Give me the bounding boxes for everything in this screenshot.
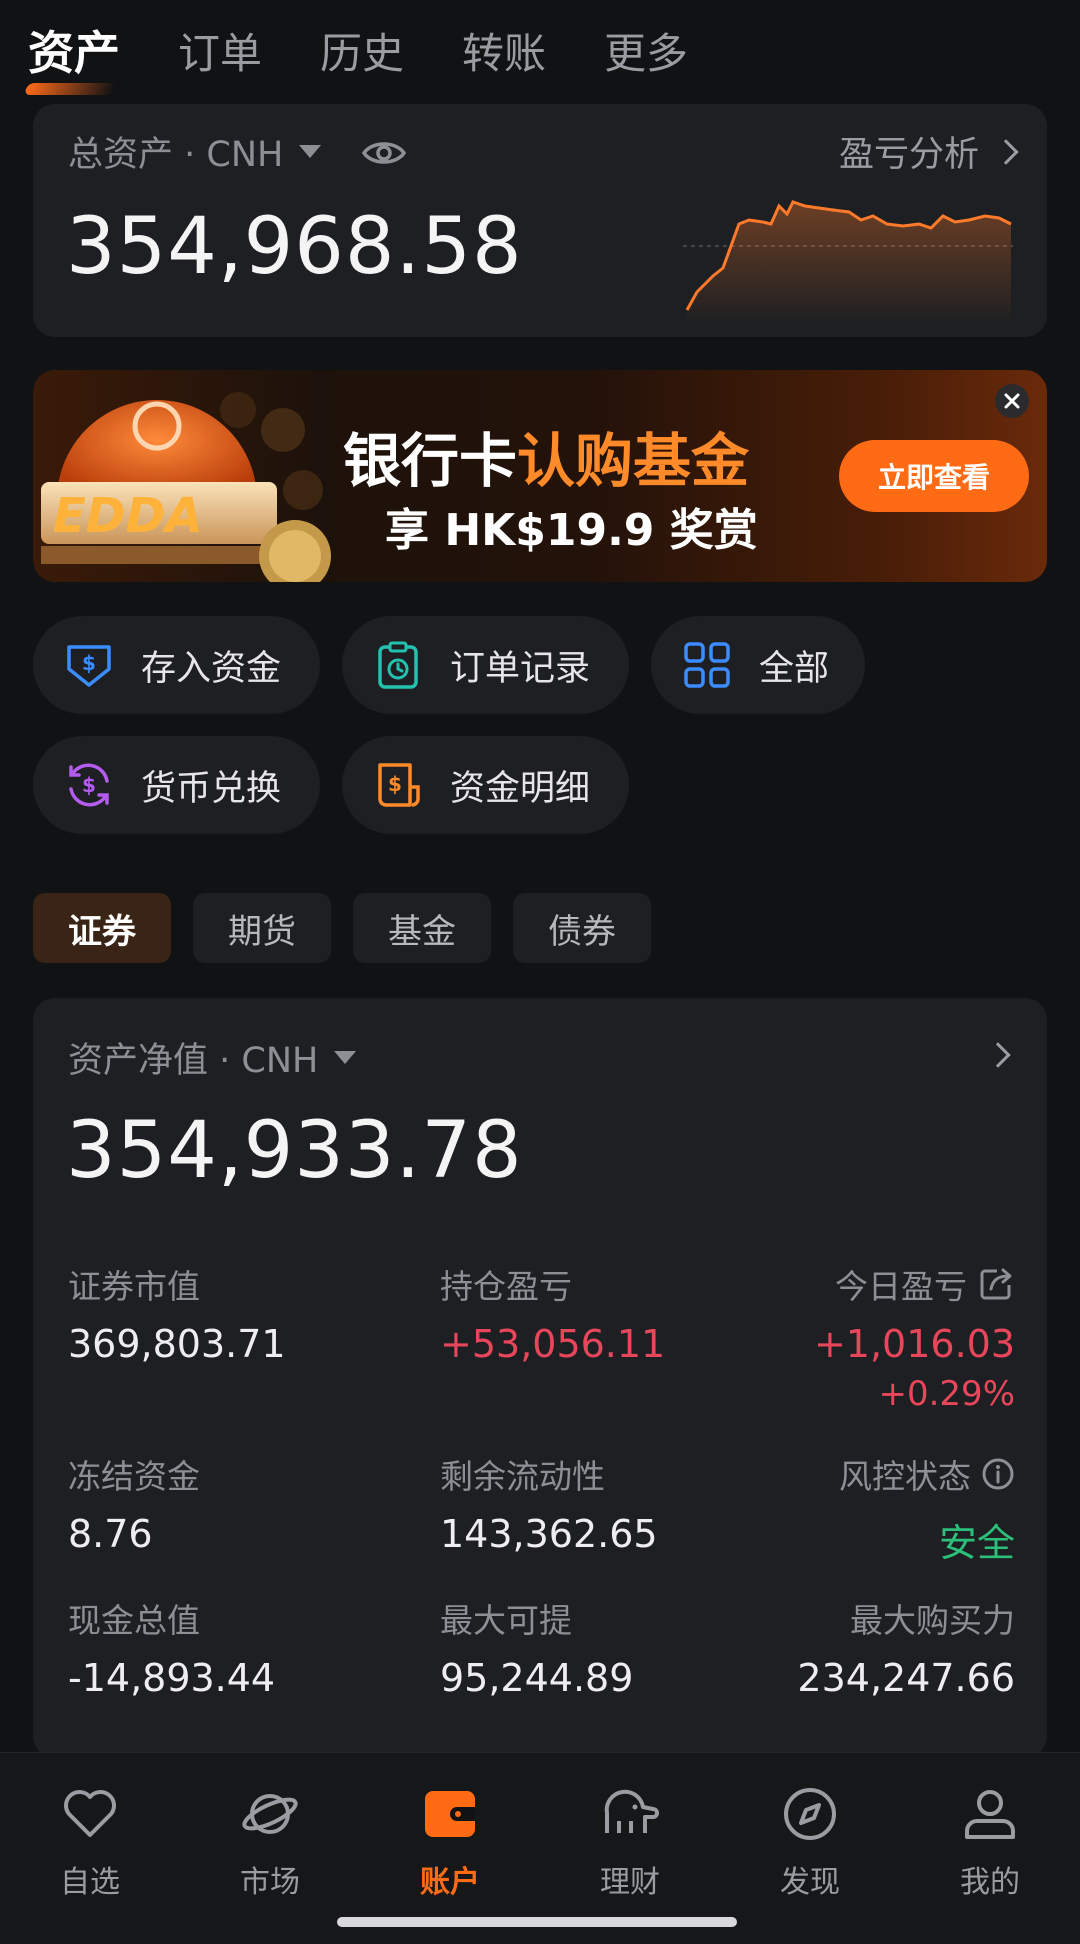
top-tab-bar: 资产 订单 历史 转账 更多 xyxy=(28,10,688,90)
pnl-analysis-label: 盈亏分析 xyxy=(838,135,979,175)
all-features-button[interactable]: 全部 xyxy=(651,616,865,714)
metric-value: 369,803.71 xyxy=(68,1322,286,1366)
caret-down-icon xyxy=(299,145,322,158)
segment-bonds[interactable]: 债券 xyxy=(513,893,651,963)
segment-securities[interactable]: 证券 xyxy=(33,893,171,963)
close-icon xyxy=(1004,393,1020,409)
nav-label: 发现 xyxy=(780,1865,840,1900)
nav-me[interactable]: 我的 xyxy=(930,1783,1050,1901)
max-buying-power-metric: 最大购买力 234,247.66 xyxy=(675,1594,1015,1700)
promo-banner[interactable]: EDDA 银行卡认购基金 享 HK$19.9 奖赏 立即查看 xyxy=(33,370,1047,582)
metric-value: -14,893.44 xyxy=(68,1656,276,1700)
chevron-right-icon xyxy=(993,138,1019,165)
metric-label: 证券市值 xyxy=(68,1267,200,1306)
deposit-icon: $ xyxy=(67,645,111,687)
metric-label: 最大购买力 xyxy=(850,1601,1015,1640)
metric-value: 234,247.66 xyxy=(797,1656,1015,1700)
currency-exchange-button[interactable]: $ 货币兑换 xyxy=(33,736,320,834)
segment-funds[interactable]: 基金 xyxy=(353,893,491,963)
cash-total-metric: 现金总值 -14,893.44 xyxy=(68,1594,408,1700)
order-record-button[interactable]: 订单记录 xyxy=(342,616,629,714)
metric-label: 风控状态 xyxy=(839,1457,971,1496)
close-banner-button[interactable] xyxy=(995,384,1029,418)
assets-trend-sparkline xyxy=(683,200,1013,324)
tab-assets[interactable]: 资产 xyxy=(28,17,120,83)
all-features-label: 全部 xyxy=(759,648,830,689)
currency-exchange-label: 货币兑换 xyxy=(141,768,282,809)
total-assets-label: 总资产 · CNH xyxy=(68,135,284,175)
metric-value: 8.76 xyxy=(68,1512,153,1556)
nav-account[interactable]: 账户 xyxy=(390,1783,510,1901)
tab-history[interactable]: 历史 xyxy=(320,20,404,81)
deposit-funds-button[interactable]: $ 存入资金 xyxy=(33,616,320,714)
svg-text:$: $ xyxy=(82,773,96,797)
metric-label: 冻结资金 xyxy=(68,1457,200,1496)
svg-text:$: $ xyxy=(82,651,96,675)
net-asset-card[interactable]: 资产净值 · CNH 354,933.78 证券市值 369,803.71 持仓… xyxy=(33,998,1047,1758)
nav-watchlist[interactable]: 自选 xyxy=(30,1783,150,1901)
nav-wealth[interactable]: 理财 xyxy=(570,1783,690,1901)
fund-detail-label: 资金明细 xyxy=(450,768,591,809)
caret-down-icon xyxy=(334,1051,357,1064)
metric-label-row: 今日盈亏 xyxy=(675,1260,1015,1308)
nav-label: 账户 xyxy=(420,1865,480,1900)
net-asset-label: 资产净值 · CNH xyxy=(68,1041,319,1081)
metric-value: 安全 xyxy=(938,1521,1015,1565)
bottom-navigation: 自选 市场 账户 理财 发现 我的 xyxy=(0,1752,1080,1944)
risk-status-metric: 风控状态 安全 xyxy=(675,1450,1015,1567)
wallet-icon xyxy=(425,1791,475,1837)
net-asset-currency-selector[interactable]: 资产净值 · CNH xyxy=(68,1032,357,1083)
nav-market[interactable]: 市场 xyxy=(210,1783,330,1901)
metric-label: 现金总值 xyxy=(68,1601,200,1640)
chevron-right-icon[interactable] xyxy=(985,1042,1011,1068)
edda-logo-text: EDDA xyxy=(53,488,203,544)
fund-detail-icon: $ xyxy=(378,763,420,807)
order-record-label: 订单记录 xyxy=(450,648,591,689)
profile-icon xyxy=(965,1790,1015,1839)
share-icon[interactable] xyxy=(977,1265,1015,1303)
tab-transfer[interactable]: 转账 xyxy=(462,20,546,81)
view-now-button[interactable]: 立即查看 xyxy=(839,440,1029,512)
currency-exchange-icon: $ xyxy=(69,763,109,807)
total-assets-card[interactable]: 总资产 · CNH 盈亏分析 354,968.58 xyxy=(33,104,1047,337)
eye-icon[interactable] xyxy=(361,130,407,176)
banner-title: 银行卡认购基金 xyxy=(343,414,749,498)
fund-detail-button[interactable]: $ 资金明细 xyxy=(342,736,629,834)
pnl-analysis-link[interactable]: 盈亏分析 xyxy=(838,126,1019,177)
banner-subtitle: 享 HK$19.9 奖赏 xyxy=(385,505,758,556)
nav-label: 我的 xyxy=(960,1865,1020,1900)
banner-title-part1: 银行卡 xyxy=(343,427,518,495)
planet-icon xyxy=(242,1794,298,1834)
currency-selector[interactable]: 总资产 · CNH xyxy=(68,126,322,177)
tab-orders[interactable]: 订单 xyxy=(178,20,262,81)
segment-futures[interactable]: 期货 xyxy=(193,893,331,963)
elephant-icon xyxy=(604,1789,659,1833)
today-pnl-percent: +0.29% xyxy=(878,1374,1016,1414)
metric-value: +1,016.03 xyxy=(813,1322,1015,1366)
heart-icon xyxy=(64,1790,116,1837)
home-indicator xyxy=(337,1917,737,1927)
compass-icon xyxy=(784,1788,836,1840)
net-asset-value: 354,933.78 xyxy=(66,1106,523,1196)
metric-label-row: 风控状态 xyxy=(675,1450,1015,1498)
nav-discover[interactable]: 发现 xyxy=(750,1783,870,1901)
edda-promo-illustration: EDDA xyxy=(41,392,331,582)
svg-text:$: $ xyxy=(388,772,402,796)
deposit-funds-label: 存入资金 xyxy=(141,648,282,689)
frozen-funds-metric: 冻结资金 8.76 xyxy=(68,1450,408,1556)
nav-label: 市场 xyxy=(240,1865,300,1900)
banner-title-highlight: 认购基金 xyxy=(517,427,750,495)
grid-icon xyxy=(684,642,730,688)
securities-value-metric: 证券市值 369,803.71 xyxy=(68,1260,408,1366)
metric-label: 今日盈亏 xyxy=(835,1267,967,1306)
today-pnl-metric: 今日盈亏 +1,016.03 +0.29% xyxy=(675,1260,1015,1414)
info-icon[interactable] xyxy=(981,1457,1015,1491)
nav-label: 自选 xyxy=(60,1865,120,1900)
total-assets-value: 354,968.58 xyxy=(66,202,523,292)
order-record-icon xyxy=(378,641,418,689)
nav-label: 理财 xyxy=(600,1865,660,1900)
tab-more[interactable]: 更多 xyxy=(604,20,688,81)
